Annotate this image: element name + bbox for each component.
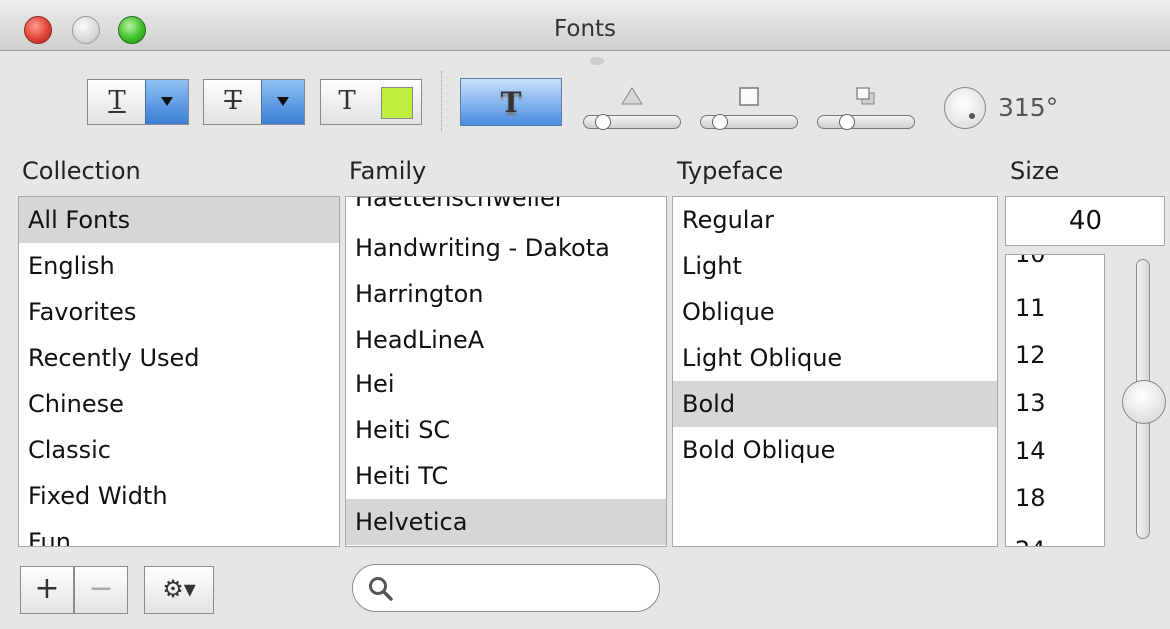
chevron-down-icon — [261, 80, 304, 124]
list-item[interactable]: Light Oblique — [673, 335, 997, 381]
opacity-icon — [621, 87, 643, 105]
list-item[interactable]: Fun — [19, 519, 339, 546]
offset-icon — [856, 87, 875, 105]
list-item[interactable]: 13 — [1006, 380, 1104, 426]
shadow-angle-value: 315° — [998, 93, 1059, 122]
list-item[interactable]: Light — [673, 243, 997, 289]
fonts-window: Fonts T T T T 315° Collection Family Typ… — [0, 0, 1170, 629]
list-item[interactable]: Heiti SC — [346, 407, 666, 453]
text-color-button[interactable]: T — [320, 79, 422, 125]
search-field[interactable] — [352, 564, 660, 612]
chevron-down-icon — [145, 80, 188, 124]
list-item[interactable]: 24 — [1006, 527, 1104, 546]
list-item[interactable]: 12 — [1006, 332, 1104, 378]
list-item[interactable]: Haettenschweiler — [346, 197, 666, 221]
list-item[interactable]: Classic — [19, 427, 339, 473]
list-item[interactable]: Heiti TC — [346, 453, 666, 499]
list-item[interactable]: Oblique — [673, 289, 997, 335]
list-item[interactable]: Regular — [673, 197, 997, 243]
shadow-offset-slider[interactable] — [817, 87, 915, 130]
list-item[interactable]: Bold Oblique — [673, 427, 997, 473]
shadow-angle-dial[interactable] — [944, 87, 986, 129]
family-header: Family — [349, 157, 427, 185]
list-item[interactable]: Handwriting - Dakota — [346, 225, 666, 271]
list-item[interactable]: Helvetica — [346, 499, 666, 545]
add-collection-button[interactable]: + — [20, 566, 74, 614]
size-list[interactable]: 10 11 12 13 14 18 24 — [1005, 254, 1105, 547]
list-item[interactable]: 18 — [1006, 475, 1104, 521]
collection-list[interactable]: All Fonts English Favorites Recently Use… — [18, 196, 340, 547]
action-menu-button[interactable]: ⚙▾ — [144, 566, 214, 614]
window-title: Fonts — [553, 16, 617, 42]
list-item[interactable]: Chinese — [19, 381, 339, 427]
list-item[interactable]: HeadLineA — [346, 317, 666, 363]
text-color-swatch — [381, 87, 413, 119]
shadow-opacity-slider[interactable] — [583, 87, 681, 130]
slider-knob[interactable] — [839, 114, 855, 130]
remove-collection-button[interactable]: − — [74, 566, 128, 614]
list-item[interactable]: Favorites — [19, 289, 339, 335]
list-item[interactable]: Fixed Width — [19, 473, 339, 519]
list-item[interactable]: 10 — [1006, 255, 1104, 277]
family-list[interactable]: Haettenschweiler Handwriting - Dakota Ha… — [345, 196, 667, 547]
shadow-blur-slider[interactable] — [700, 87, 798, 130]
strikethrough-icon: T — [224, 86, 242, 116]
list-item[interactable]: All Fonts — [19, 197, 339, 243]
list-item[interactable]: Recently Used — [19, 335, 339, 381]
list-item[interactable]: 14 — [1006, 428, 1104, 474]
title-bar[interactable]: Fonts — [0, 0, 1170, 51]
toolbar-separator — [441, 71, 442, 131]
typeface-header: Typeface — [677, 157, 784, 185]
text-color-icon: T — [338, 86, 356, 116]
list-item[interactable]: Hei — [346, 361, 666, 407]
blur-icon — [739, 87, 759, 106]
list-item[interactable]: Harrington — [346, 271, 666, 317]
size-field[interactable]: 40 — [1005, 196, 1165, 246]
strikethrough-popup[interactable]: T — [203, 79, 305, 125]
text-shadow-button[interactable]: T — [460, 78, 562, 126]
list-item[interactable]: Bold — [673, 381, 997, 427]
collection-header: Collection — [22, 157, 141, 185]
toolbar: T T T T 315° — [0, 51, 1170, 151]
underline-icon: T — [108, 86, 126, 116]
size-header: Size — [1010, 157, 1060, 185]
search-icon — [369, 577, 393, 601]
underline-popup[interactable]: T — [87, 79, 189, 125]
list-item[interactable]: 11 — [1006, 285, 1104, 331]
size-slider-knob[interactable] — [1122, 380, 1166, 424]
list-item[interactable]: English — [19, 243, 339, 289]
typeface-list[interactable]: Regular Light Oblique Light Oblique Bold… — [672, 196, 998, 547]
slider-knob[interactable] — [712, 114, 728, 130]
shadow-icon: T — [500, 86, 522, 119]
slider-knob[interactable] — [595, 114, 611, 130]
